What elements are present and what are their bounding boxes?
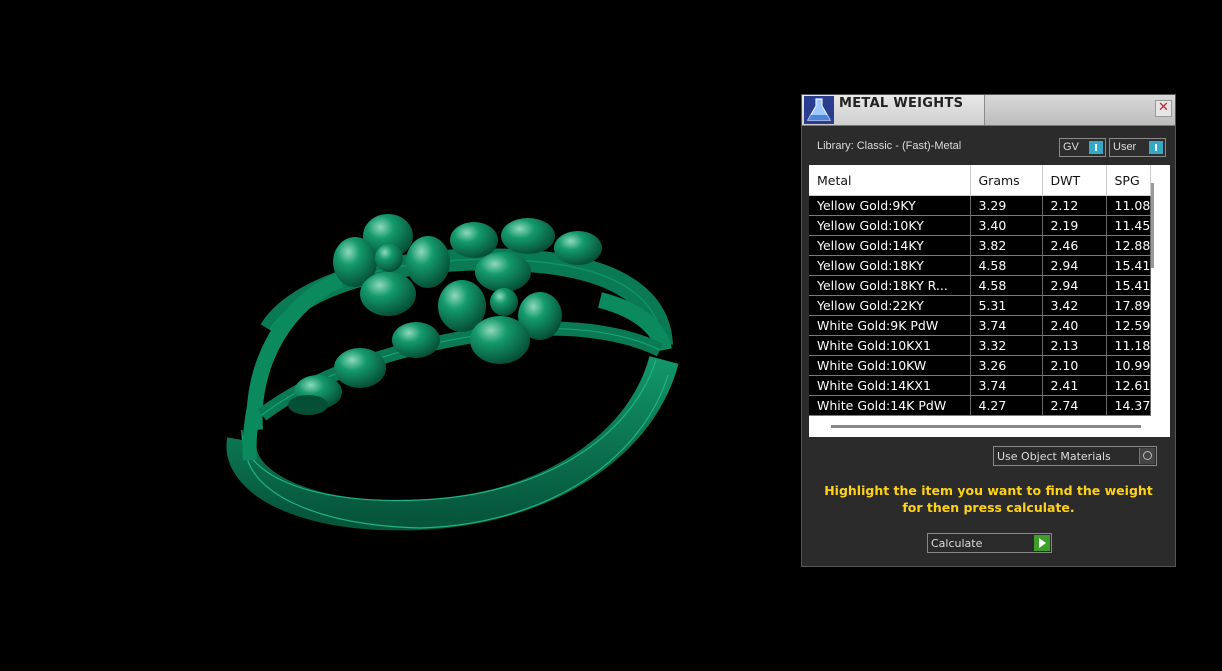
cell-dwt: 2.40 [1042, 315, 1107, 336]
cell-metal: Yellow Gold:9KY [809, 195, 971, 216]
table-row[interactable]: Yellow Gold:22KY 5.31 3.42 17.89 [809, 295, 1152, 316]
cell-dwt: 2.46 [1042, 235, 1107, 256]
cell-spg: 10.99 [1106, 355, 1152, 376]
cell-metal: White Gold:14K PdW [809, 395, 971, 416]
title-tab: METAL WEIGHTS [802, 95, 985, 125]
cell-spg: 15.41 [1106, 255, 1152, 276]
cell-metal: White Gold:14KX1 [809, 375, 971, 396]
column-header-metal[interactable]: Metal [809, 165, 971, 196]
cell-spg: 14.37 [1106, 395, 1152, 416]
cell-spg: 17.89 [1106, 295, 1152, 316]
gv-toggle[interactable]: GV [1059, 138, 1106, 157]
table-row[interactable]: Yellow Gold:18KY 4.58 2.94 15.41 [809, 255, 1152, 276]
column-header-dwt[interactable]: DWT [1042, 165, 1107, 196]
flask-icon [804, 96, 834, 124]
cell-metal: Yellow Gold:10KY [809, 215, 971, 236]
cell-dwt: 2.94 [1042, 255, 1107, 276]
cell-dwt: 2.12 [1042, 195, 1107, 216]
table-row[interactable]: Yellow Gold:14KY 3.82 2.46 12.88 [809, 235, 1152, 256]
cell-grams: 3.82 [970, 235, 1043, 256]
table-row[interactable]: White Gold:10KX1 3.32 2.13 11.18 [809, 335, 1152, 356]
instruction-line-2: for then press calculate. [902, 500, 1075, 515]
vertical-scrollbar[interactable] [1151, 183, 1154, 268]
column-header-grams[interactable]: Grams [970, 165, 1043, 196]
metal-weights-panel: METAL WEIGHTS ✕ Library: Classic - (Fast… [801, 94, 1176, 567]
cell-grams: 4.58 [970, 255, 1043, 276]
cell-grams: 3.32 [970, 335, 1043, 356]
cell-dwt: 2.94 [1042, 275, 1107, 296]
materials-select-label: Use Object Materials [997, 450, 1111, 463]
cell-grams: 4.27 [970, 395, 1043, 416]
use-object-materials-select[interactable]: Use Object Materials [993, 446, 1157, 466]
cell-grams: 3.40 [970, 215, 1043, 236]
panel-title: METAL WEIGHTS [839, 96, 964, 111]
cell-dwt: 2.41 [1042, 375, 1107, 396]
table-row[interactable]: White Gold:14K PdW 4.27 2.74 14.37 [809, 395, 1152, 416]
cell-dwt: 2.10 [1042, 355, 1107, 376]
calculate-button[interactable]: Calculate [927, 533, 1052, 553]
cell-metal: Yellow Gold:22KY [809, 295, 971, 316]
cell-spg: 11.45 [1106, 215, 1152, 236]
horizontal-scrollbar[interactable] [831, 425, 1141, 428]
close-icon[interactable]: ✕ [1155, 100, 1172, 117]
gv-toggle-label: GV [1063, 141, 1079, 153]
cell-metal: Yellow Gold:18KY R... [809, 275, 971, 296]
table-row[interactable]: White Gold:14KX1 3.74 2.41 12.61 [809, 375, 1152, 396]
user-toggle[interactable]: User [1109, 138, 1166, 157]
cell-metal: White Gold:10KW [809, 355, 971, 376]
cell-spg: 11.08 [1106, 195, 1152, 216]
cell-spg: 11.18 [1106, 335, 1152, 356]
cell-dwt: 3.42 [1042, 295, 1107, 316]
instruction-line-1: Highlight the item you want to find the … [824, 483, 1153, 498]
table-row[interactable]: White Gold:9K PdW 3.74 2.40 12.59 [809, 315, 1152, 336]
cell-spg: 12.88 [1106, 235, 1152, 256]
library-label: Library: Classic - (Fast)-Metal [817, 140, 962, 152]
cell-metal: White Gold:10KX1 [809, 335, 971, 356]
cell-dwt: 2.19 [1042, 215, 1107, 236]
user-toggle-label: User [1113, 141, 1137, 153]
table-row[interactable]: Yellow Gold:10KY 3.40 2.19 11.45 [809, 215, 1152, 236]
ring-model[interactable] [0, 0, 790, 671]
column-header-spg[interactable]: SPG [1106, 165, 1152, 196]
toggle-switch-icon [1089, 141, 1103, 154]
radio-icon [1139, 448, 1155, 464]
cell-grams: 3.74 [970, 315, 1043, 336]
3d-viewport[interactable] [0, 0, 790, 671]
cell-grams: 4.58 [970, 275, 1043, 296]
metal-weights-table[interactable]: Metal Grams DWT SPG Yellow Gold:9KY 3.29 2… [809, 165, 1170, 437]
cell-metal: Yellow Gold:18KY [809, 255, 971, 276]
calculate-label: Calculate [931, 537, 983, 550]
cell-grams: 3.74 [970, 375, 1043, 396]
toggle-switch-icon [1149, 141, 1163, 154]
cell-spg: 15.41 [1106, 275, 1152, 296]
cell-dwt: 2.74 [1042, 395, 1107, 416]
cell-spg: 12.61 [1106, 375, 1152, 396]
play-icon [1034, 535, 1050, 551]
cell-metal: Yellow Gold:14KY [809, 235, 971, 256]
table-header-row: Metal Grams DWT SPG [809, 165, 1152, 196]
cell-dwt: 2.13 [1042, 335, 1107, 356]
cell-spg: 12.59 [1106, 315, 1152, 336]
table-row[interactable]: Yellow Gold:18KY R... 4.58 2.94 15.41 [809, 275, 1152, 296]
cell-grams: 5.31 [970, 295, 1043, 316]
panel-titlebar[interactable]: METAL WEIGHTS ✕ [802, 95, 1175, 126]
cell-grams: 3.26 [970, 355, 1043, 376]
table-row[interactable]: Yellow Gold:9KY 3.29 2.12 11.08 [809, 195, 1152, 216]
ring-flowers [288, 214, 602, 415]
instruction-text: Highlight the item you want to find the … [802, 482, 1175, 516]
cell-metal: White Gold:9K PdW [809, 315, 971, 336]
table-row[interactable]: White Gold:10KW 3.26 2.10 10.99 [809, 355, 1152, 376]
cell-grams: 3.29 [970, 195, 1043, 216]
